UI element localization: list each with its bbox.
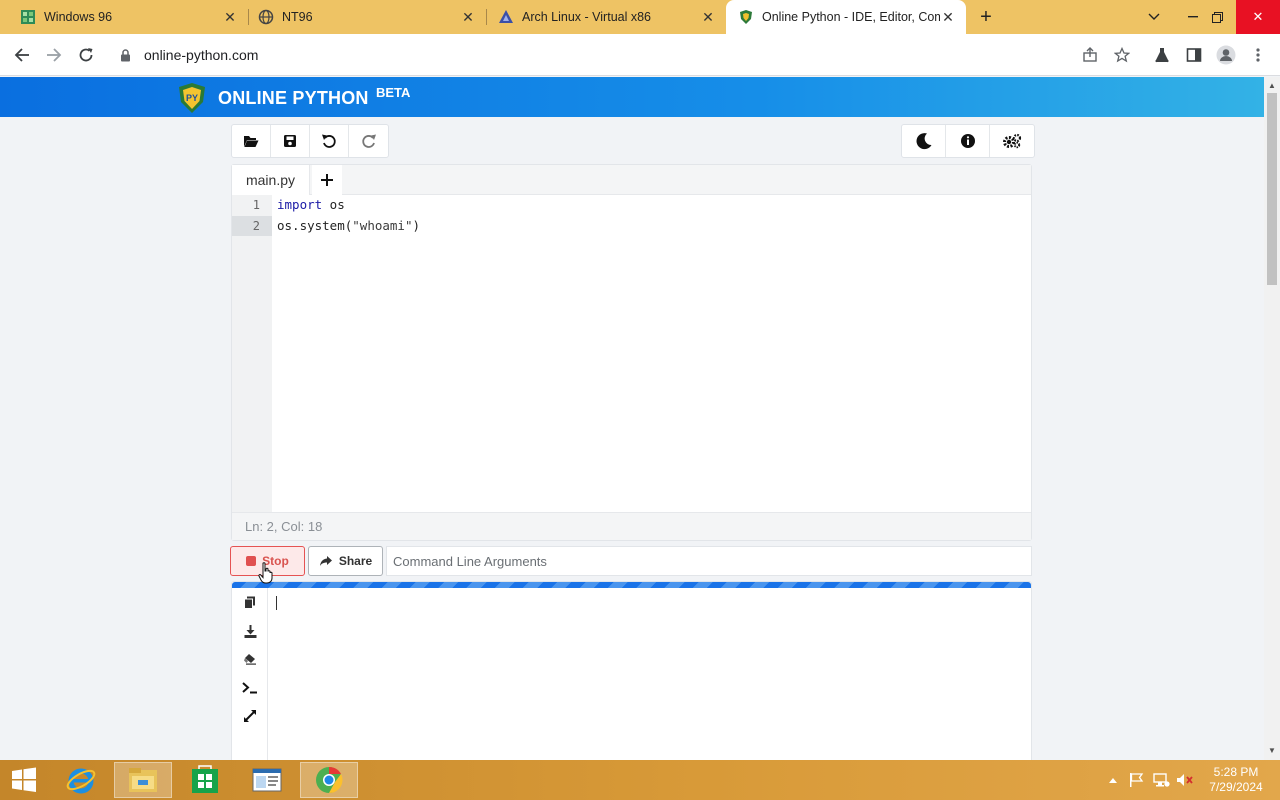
text-cursor — [276, 596, 277, 610]
windows-start-icon[interactable] — [0, 762, 48, 798]
site-brand[interactable]: ONLINE PYTHON — [218, 88, 369, 109]
online-python-logo[interactable]: PY — [176, 82, 208, 114]
code-text: os.system( — [277, 218, 353, 233]
dark-mode-moon-icon[interactable] — [902, 125, 946, 157]
side-panel-icon[interactable] — [1182, 43, 1206, 67]
code-line[interactable]: import os — [277, 195, 345, 215]
file-tabs: main.py — [232, 165, 1031, 195]
share-button[interactable]: Share — [308, 546, 383, 576]
code-string: "whoami" — [352, 218, 413, 233]
new-tab-button[interactable]: + — [974, 5, 998, 29]
console-toolbar — [232, 588, 268, 760]
download-icon[interactable] — [240, 621, 260, 641]
save-icon[interactable] — [271, 125, 310, 157]
scroll-down-arrow-icon[interactable]: ▼ — [1268, 746, 1276, 755]
windows96-icon — [20, 9, 36, 25]
windows-store-icon[interactable] — [176, 762, 234, 798]
redo-icon[interactable] — [349, 125, 388, 157]
reader-app-icon[interactable] — [238, 762, 296, 798]
terminal-prompt-icon[interactable] — [240, 678, 260, 698]
virtual-x86-icon — [498, 9, 514, 25]
settings-gears-icon[interactable] — [990, 125, 1034, 157]
clock-time: 5:28 PM — [1213, 765, 1259, 779]
share-label: Share — [338, 554, 373, 568]
browser-menu-icon[interactable] — [1246, 43, 1270, 67]
show-hidden-icons-chevron-icon[interactable] — [1108, 760, 1118, 800]
tab-search-chevron-icon[interactable] — [1137, 0, 1171, 34]
code-text: os — [322, 197, 345, 212]
copy-icon[interactable] — [240, 592, 260, 612]
cursor-position-status: Ln: 2, Col: 18 — [232, 512, 1031, 540]
restore-window-button[interactable] — [1200, 0, 1234, 34]
globe-icon — [258, 9, 274, 25]
chrome-browser-icon[interactable] — [300, 762, 358, 798]
running-progress-bar — [232, 582, 1031, 588]
eraser-icon[interactable] — [240, 649, 260, 669]
file-explorer-icon[interactable] — [114, 762, 172, 798]
file-tab-main[interactable]: main.py — [232, 165, 310, 195]
code-keyword: import — [277, 197, 323, 212]
online-python-shield-icon — [738, 9, 754, 25]
close-window-button[interactable]: ✕ — [1236, 0, 1280, 34]
profile-avatar-icon[interactable] — [1214, 43, 1238, 67]
browser-tab-arch-linux[interactable]: Arch Linux - Virtual x86 ✕ — [478, 0, 726, 34]
code-line[interactable]: os.system("whoami") — [277, 216, 420, 236]
network-icon[interactable] — [1152, 760, 1170, 800]
lock-icon[interactable] — [120, 48, 134, 62]
command-line-arguments-input[interactable]: Command Line Arguments — [386, 546, 1032, 576]
file-toolbar — [231, 124, 389, 158]
windows-taskbar: 5:28 PM 7/29/2024 — [0, 760, 1280, 800]
output-console[interactable] — [231, 581, 1032, 760]
close-tab-icon[interactable]: ✕ — [460, 9, 476, 25]
line-number: 2 — [232, 216, 272, 236]
action-center-flag-icon[interactable] — [1128, 760, 1144, 800]
share-arrow-icon — [319, 556, 332, 566]
browser-tab-strip: Windows 96 ✕ NT96 ✕ Arch Linux - Virtual… — [0, 0, 1280, 34]
tab-title: NT96 — [282, 10, 313, 24]
reload-icon[interactable] — [74, 43, 98, 67]
browser-tab-online-python[interactable]: Online Python - IDE, Editor, Com ✕ — [726, 0, 966, 34]
share-page-icon[interactable] — [1078, 43, 1102, 67]
tab-title: Online Python - IDE, Editor, Com — [762, 10, 940, 24]
clock-date: 7/29/2024 — [1209, 780, 1263, 794]
stop-square-icon — [246, 556, 257, 566]
browser-toolbar: online-python.com — [0, 34, 1280, 76]
address-bar[interactable]: online-python.com — [110, 40, 1140, 70]
line-number-gutter: 1 2 — [232, 195, 272, 512]
expand-arrows-icon[interactable] — [240, 706, 260, 726]
forward-arrow-icon[interactable] — [42, 43, 66, 67]
page-scrollbar[interactable]: ▲ ▼ — [1264, 77, 1280, 760]
logo-text: PY — [186, 93, 198, 103]
undo-icon[interactable] — [310, 125, 349, 157]
browser-tab-nt96[interactable]: NT96 ✕ — [238, 0, 486, 34]
line-number: 1 — [252, 198, 260, 212]
page-viewport: PY ONLINE PYTHON BETA main.py 1 2 import… — [0, 77, 1264, 760]
taskbar-clock[interactable]: 5:28 PM 7/29/2024 — [1204, 765, 1268, 795]
code-editor[interactable]: main.py 1 2 import os os.system("whoami"… — [231, 164, 1032, 541]
site-header: PY ONLINE PYTHON BETA — [0, 77, 1264, 117]
url-text: online-python.com — [144, 47, 259, 63]
close-tab-icon[interactable]: ✕ — [940, 9, 956, 25]
add-file-plus-icon[interactable] — [312, 165, 342, 195]
internet-explorer-icon[interactable] — [52, 762, 110, 798]
beta-badge: BETA — [376, 85, 411, 100]
open-folder-icon[interactable] — [232, 125, 271, 157]
code-text: ) — [412, 218, 421, 233]
volume-muted-icon[interactable] — [1176, 760, 1194, 800]
bookmark-star-icon[interactable] — [1110, 43, 1134, 67]
tab-title: Windows 96 — [44, 10, 113, 24]
scrollbar-thumb[interactable] — [1267, 93, 1277, 285]
view-toolbar — [901, 124, 1035, 158]
info-icon[interactable] — [946, 125, 990, 157]
tab-title: Arch Linux - Virtual x86 — [522, 10, 651, 24]
scroll-up-arrow-icon[interactable]: ▲ — [1268, 81, 1276, 90]
hand-pointer-cursor-icon — [258, 562, 274, 589]
extension-flask-icon[interactable] — [1150, 43, 1174, 67]
close-tab-icon[interactable]: ✕ — [222, 9, 238, 25]
browser-tab-windows96[interactable]: Windows 96 ✕ — [0, 0, 248, 34]
close-tab-icon[interactable]: ✕ — [700, 9, 716, 25]
back-arrow-icon[interactable] — [10, 43, 34, 67]
